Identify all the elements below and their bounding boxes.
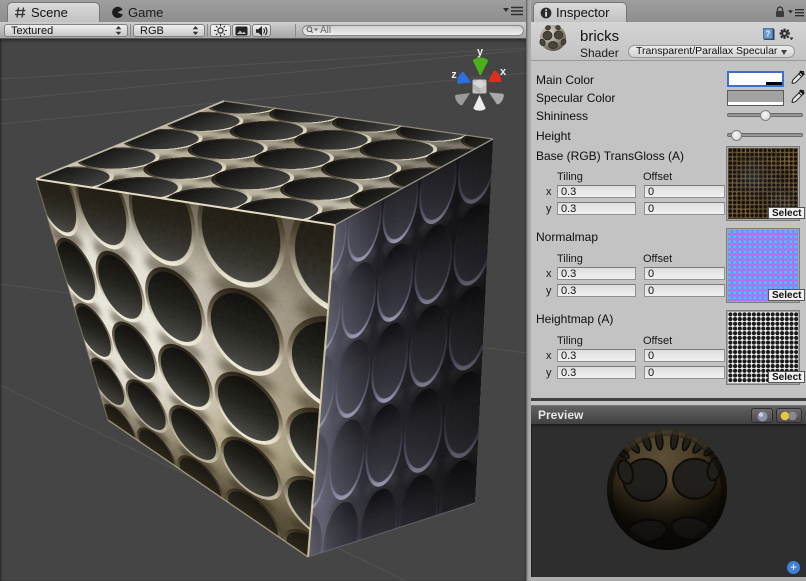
svg-text:x: x (500, 66, 507, 78)
svg-text:y: y (477, 46, 484, 58)
svg-text:?: ? (766, 30, 771, 39)
svg-text:z: z (451, 69, 457, 81)
